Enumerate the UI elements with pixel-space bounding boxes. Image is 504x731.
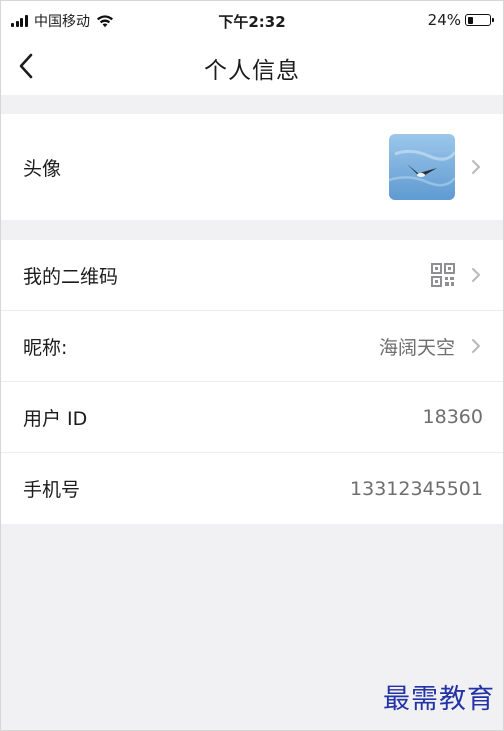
nav-bar: 个人信息 <box>1 37 503 95</box>
battery-icon <box>465 14 494 26</box>
nickname-value: 海阔天空 <box>378 336 455 359</box>
nickname-label: 昵称: <box>23 336 68 359</box>
status-right: 24% <box>427 11 494 29</box>
details-group: 我的二维码 昵称: 海阔天空 用户 ID 18360 手机号 133123455… <box>1 240 503 524</box>
chevron-right-icon <box>469 160 483 174</box>
user-id-label: 用户 ID <box>23 407 88 430</box>
qr-code-label: 我的二维码 <box>23 265 119 288</box>
battery-percent: 24% <box>427 11 461 29</box>
page-title: 个人信息 <box>204 58 300 84</box>
nickname-row[interactable]: 昵称: 海阔天空 <box>1 311 503 382</box>
battery-fill <box>467 16 473 24</box>
screen: 中国移动 下午2:32 24% 个人信息 头像 我的二维码 昵称: 海阔天空 用… <box>0 0 504 731</box>
phone-row: 手机号 13312345501 <box>1 453 503 524</box>
qr-code-row[interactable]: 我的二维码 <box>1 240 503 311</box>
phone-label: 手机号 <box>23 479 81 501</box>
qr-code-icon <box>431 263 455 287</box>
chevron-right-icon <box>469 268 483 282</box>
user-id-row: 用户 ID 18360 <box>1 382 503 453</box>
phone-value: 13312345501 <box>350 477 483 500</box>
user-id-right: 18360 <box>423 406 483 428</box>
avatar-label: 头像 <box>23 157 62 180</box>
avatar-row[interactable]: 头像 <box>1 114 503 220</box>
status-bar: 中国移动 下午2:32 24% <box>1 1 503 37</box>
avatar-right <box>389 134 483 200</box>
qr-code-right <box>431 263 483 287</box>
avatar-image <box>389 134 455 200</box>
battery-cap <box>492 18 494 22</box>
chevron-right-icon <box>469 339 483 353</box>
user-id-value: 18360 <box>422 406 483 428</box>
nickname-right: 海阔天空 <box>379 333 483 360</box>
watermark-text: 最需教育 <box>383 684 495 715</box>
phone-right: 13312345501 <box>350 478 483 500</box>
avatar-group: 头像 <box>1 114 503 220</box>
